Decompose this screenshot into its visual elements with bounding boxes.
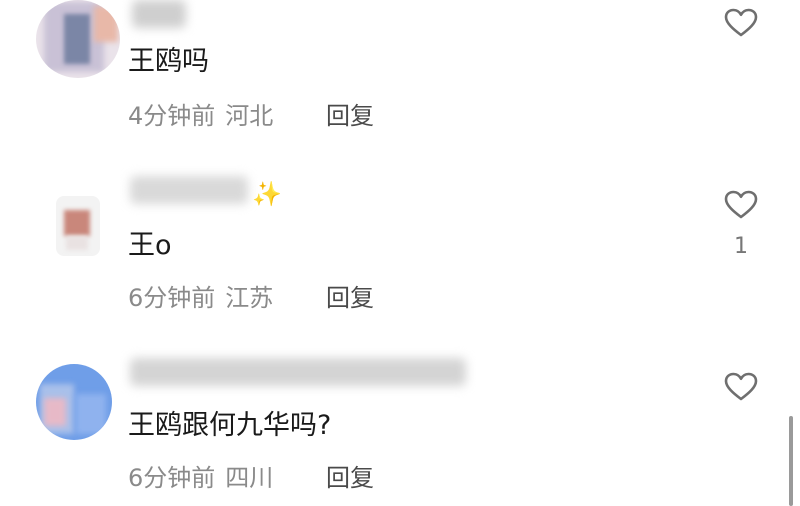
comment-meta: 6分钟前 江苏: [128, 286, 273, 310]
comment-text: 王鸥跟何九华吗?: [128, 410, 332, 441]
comment-location: 江苏: [225, 284, 274, 312]
comment-meta: 4分钟前 河北: [128, 104, 273, 128]
comment-location: 四川: [225, 464, 274, 492]
username-blurred[interactable]: [130, 176, 248, 204]
scrollbar[interactable]: [789, 416, 793, 506]
sparkle-emoji: ✨: [252, 180, 282, 208]
comment-text: 王鸥吗: [128, 46, 209, 77]
comment-text: 王o: [128, 230, 172, 261]
comment-time: 6分钟前: [128, 284, 216, 312]
reply-button[interactable]: 回复: [326, 286, 374, 310]
like-count: 1: [734, 234, 748, 259]
avatar[interactable]: [36, 364, 112, 440]
reply-button[interactable]: 回复: [326, 104, 374, 128]
username-blurred[interactable]: [130, 358, 466, 386]
comment-time: 4分钟前: [128, 102, 216, 130]
heart-outline-icon[interactable]: [724, 8, 758, 38]
avatar[interactable]: [36, 0, 120, 78]
comment-time: 6分钟前: [128, 464, 216, 492]
heart-outline-icon[interactable]: [724, 372, 758, 402]
comment-meta: 6分钟前 四川: [128, 466, 273, 490]
reply-button[interactable]: 回复: [326, 466, 374, 490]
heart-outline-icon[interactable]: [724, 190, 758, 220]
comment-location: 河北: [225, 102, 274, 130]
username-blurred[interactable]: [132, 0, 186, 28]
avatar[interactable]: [56, 196, 100, 256]
